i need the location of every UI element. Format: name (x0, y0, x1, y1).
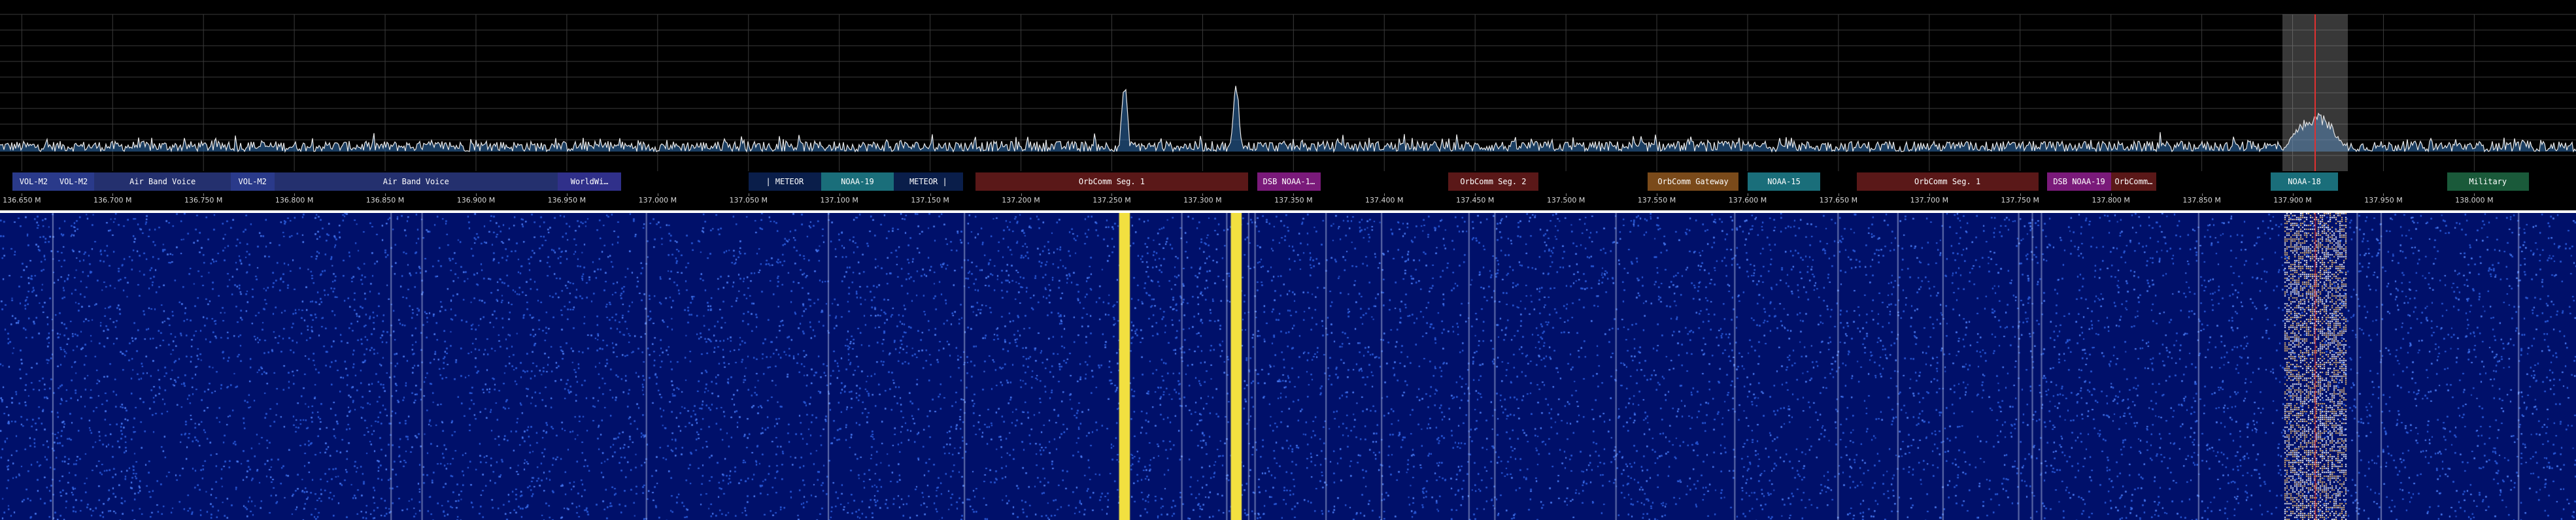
freq-tick-label: 137.000 M (638, 196, 677, 204)
freq-tick-label: 136.700 M (93, 196, 132, 204)
freq-tick-label: 136.900 M (456, 196, 496, 204)
bandplan-segment[interactable]: OrbComm Seg. 1 (1856, 172, 2039, 191)
freq-tick-label: 136.800 M (275, 196, 314, 204)
bandplan-segment[interactable]: OrbComm Seg. 1 (975, 172, 1248, 191)
freq-tick-label: 137.550 M (1637, 196, 1676, 204)
freq-tick-label: 136.950 M (547, 196, 586, 204)
bandplan-segment[interactable]: | METEOR (748, 172, 821, 191)
bandplan-bar: VOL-M2 VOL-M2 Air Band Voice VOL-M2 Air Band… (0, 171, 2576, 193)
tuning-center-line[interactable] (2314, 14, 2316, 171)
freq-tick-label: 136.650 M (3, 196, 41, 204)
freq-tick-label: 137.450 M (1455, 196, 1495, 204)
bandplan-segment[interactable]: OrbComm… (2110, 172, 2157, 191)
bandplan-segment[interactable]: VOL-M2 (230, 172, 275, 191)
waterfall-canvas[interactable] (0, 213, 2576, 520)
bandplan-segment[interactable]: OrbComm Gateway (1648, 172, 1739, 191)
freq-tick-label: 137.900 M (2273, 196, 2312, 204)
bandplan-segment[interactable]: METEOR | (894, 172, 963, 191)
freq-tick-label: 137.300 M (1183, 196, 1222, 204)
freq-tick-label: 137.650 M (1819, 196, 1858, 204)
freq-tick-label: 137.150 M (911, 196, 949, 204)
bandplan-segment[interactable]: DSB NOAA-19 (2047, 172, 2111, 191)
bandplan-segment[interactable]: NOAA-15 (1747, 172, 1821, 191)
bandplan-segment[interactable]: WorldWi… (558, 172, 622, 191)
bandplan-segment[interactable]: Air Band Voice (274, 172, 558, 191)
bandplan-segment[interactable]: NOAA-18 (2271, 172, 2338, 191)
bandplan-segment[interactable]: DSB NOAA-1… (1257, 172, 1321, 191)
fft-spectrum-panel[interactable]: VOL-M2 VOL-M2 Air Band Voice VOL-M2 Air Band… (0, 0, 2576, 213)
waterfall-display[interactable] (0, 213, 2576, 520)
spectrum-trace (0, 86, 2576, 154)
frequency-axis[interactable]: 136.650 M 136.700 M 136.750 M 136.800 M 136.… (0, 193, 2576, 208)
bandplan-segment[interactable]: VOL-M2 (52, 172, 95, 191)
freq-tick-label: 137.600 M (1728, 196, 1767, 204)
freq-tick-label: 137.050 M (729, 196, 768, 204)
freq-tick-label: 137.250 M (1093, 196, 1131, 204)
bandplan-segment[interactable]: NOAA-19 (821, 172, 894, 191)
freq-tick-label: 137.700 M (1910, 196, 1949, 204)
freq-tick-label: 137.100 M (820, 196, 858, 204)
bandplan-segment[interactable]: OrbComm Seg. 2 (1448, 172, 1539, 191)
bandplan-segment[interactable]: Air Band Voice (94, 172, 231, 191)
freq-tick-label: 138.000 M (2455, 196, 2494, 204)
freq-tick-label: 137.500 M (1546, 196, 1585, 204)
bandplan-segment[interactable]: VOL-M2 (12, 172, 55, 191)
freq-tick-label: 137.750 M (2001, 196, 2039, 204)
freq-tick-label: 137.800 M (2092, 196, 2130, 204)
freq-tick-label: 137.200 M (1002, 196, 1040, 204)
freq-tick-label: 137.850 M (2182, 196, 2221, 204)
freq-tick-label: 137.950 M (2364, 196, 2403, 204)
spectrum-fill (0, 86, 2576, 152)
bandplan-segment[interactable]: Military (2447, 172, 2529, 191)
freq-tick-label: 136.750 M (184, 196, 223, 204)
freq-tick-label: 137.400 M (1365, 196, 1404, 204)
freq-tick-label: 136.850 M (365, 196, 405, 204)
freq-tick-label: 137.350 M (1274, 196, 1313, 204)
